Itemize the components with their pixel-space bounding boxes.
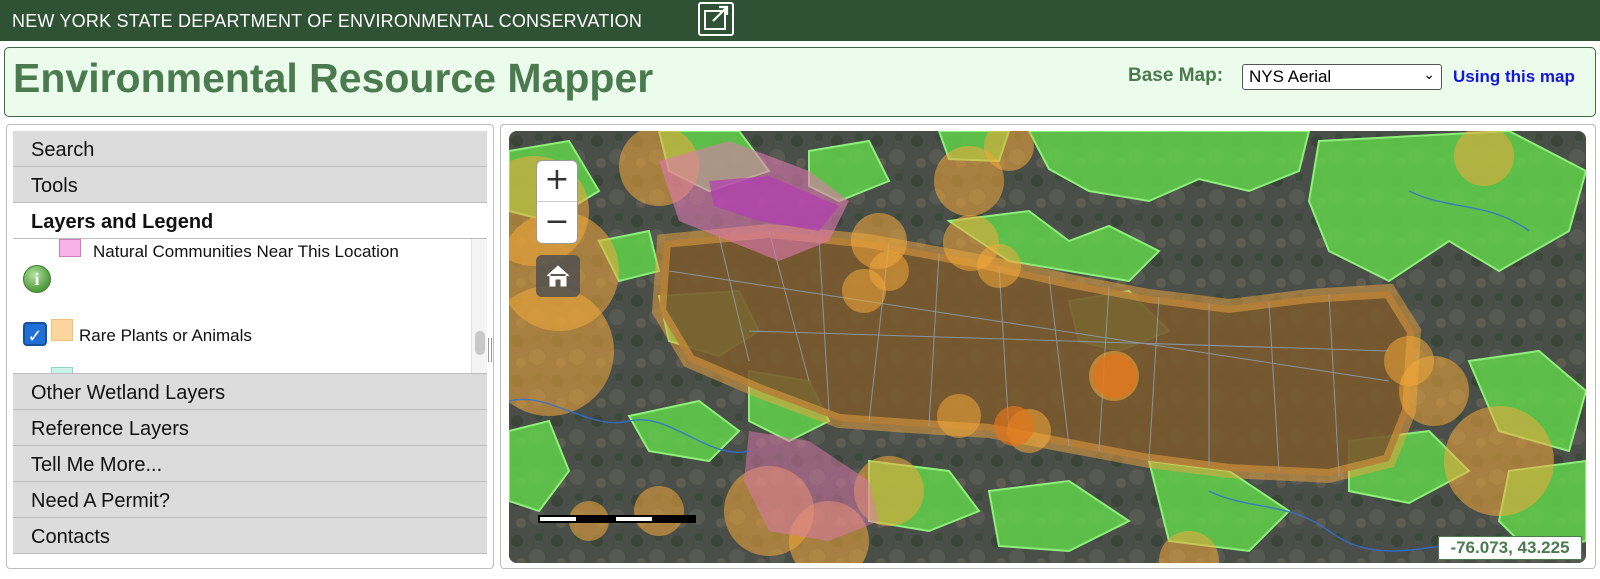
section-layers-and-legend[interactable]: Layers and Legend [13, 203, 487, 239]
coordinates-readout: -76.073, 43.225 [1438, 536, 1582, 560]
app-header: Environmental Resource Mapper Base Map: … [4, 47, 1596, 117]
section-search[interactable]: Search [13, 131, 487, 167]
agency-name[interactable]: NEW YORK STATE DEPARTMENT OF ENVIRONMENT… [12, 11, 642, 32]
home-icon [546, 265, 570, 287]
rare-species-point [994, 406, 1034, 446]
section-tools[interactable]: Tools [13, 167, 487, 203]
info-icon[interactable]: i [23, 265, 51, 293]
section-contacts[interactable]: Contacts [13, 518, 487, 554]
scrollbar-thumb[interactable] [475, 331, 485, 355]
rare-plants-checkbox[interactable]: ✓ [23, 322, 47, 346]
section-tell-me-more[interactable]: Tell Me More... [13, 446, 487, 482]
legend-rare-plants: Rare Plants or Animals [79, 326, 252, 345]
using-this-map-link[interactable]: Using this map [1453, 67, 1575, 87]
sidebar-panel: Search Tools Layers and Legend Natural C… [6, 124, 494, 569]
scale-bar [538, 510, 696, 523]
basemap-label: Base Map: [1128, 65, 1224, 86]
section-need-a-permit[interactable]: Need A Permit? [13, 482, 487, 518]
map-canvas[interactable] [509, 131, 1586, 563]
section-other-wetland-layers[interactable]: Other Wetland Layers [13, 374, 487, 410]
zoom-control: + − [536, 160, 578, 244]
wetland-swatch [51, 367, 73, 373]
external-link-icon[interactable] [698, 2, 734, 36]
zoom-out-button[interactable]: − [537, 203, 577, 244]
home-button[interactable] [536, 255, 580, 297]
chevron-down-icon: ⌄ [1423, 66, 1435, 82]
app-title: Environmental Resource Mapper [13, 55, 654, 101]
rare-species-point [1093, 354, 1137, 398]
rare-plants-swatch [51, 319, 73, 341]
legend-scrollbar[interactable] [471, 239, 487, 373]
basemap-select[interactable]: NYS Aerial ⌄ [1242, 64, 1442, 90]
panel-resize-handle[interactable] [488, 338, 492, 362]
section-reference-layers[interactable]: Reference Layers [13, 410, 487, 446]
natural-communities-swatch [59, 239, 81, 257]
basemap-selected-value: NYS Aerial [1249, 67, 1332, 86]
legend-list[interactable]: Natural Communities Near This Location i… [13, 239, 487, 374]
zoom-in-button[interactable]: + [537, 161, 577, 202]
legend-natural-communities: Natural Communities Near This Location [93, 242, 399, 261]
agency-header-bar: NEW YORK STATE DEPARTMENT OF ENVIRONMENT… [0, 0, 1600, 41]
